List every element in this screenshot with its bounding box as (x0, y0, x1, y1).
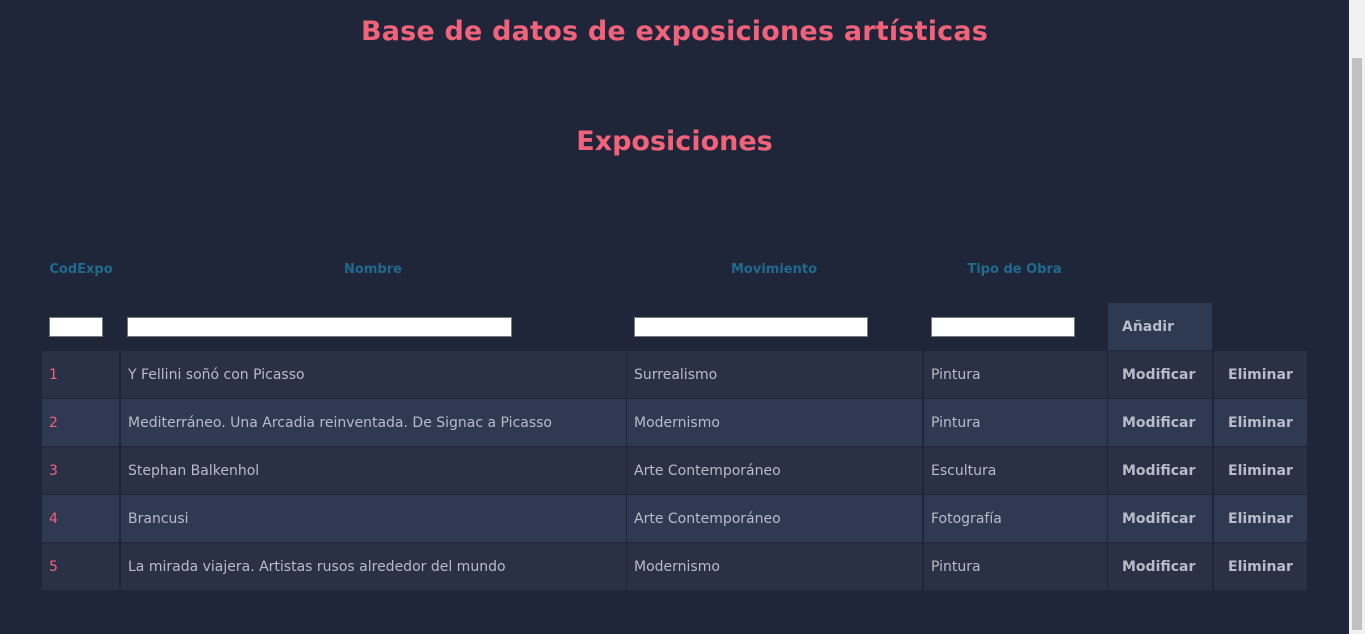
add-button[interactable]: Añadir (1108, 303, 1212, 350)
header-nombre: Nombre (344, 262, 402, 277)
cell-movimiento: Modernismo (627, 543, 922, 590)
header-movimiento: Movimiento (730, 262, 818, 277)
modify-button[interactable]: Modificar (1108, 399, 1212, 446)
table-row: 2 Mediterráneo. Una Arcadia reinventada. … (42, 399, 1307, 446)
cell-nombre: Mediterráneo. Una Arcadia reinventada. D… (121, 399, 626, 446)
page-title: Base de datos de exposiciones artísticas (360, 16, 989, 47)
cell-nombre: Brancusi (121, 495, 626, 542)
cell-codexpo: 5 (42, 543, 119, 590)
table-row: 3 Stephan Balkenhol Arte Contemporáneo Escu… (42, 447, 1307, 494)
cell-codexpo: 1 (42, 351, 119, 398)
header-codexpo: CodExpo (49, 262, 113, 277)
cell-tipo-obra: Pintura (924, 543, 1107, 590)
section-title: Exposiciones (576, 126, 773, 157)
page: Base de datos de exposiciones artísticas… (0, 0, 1349, 634)
cell-movimiento: Arte Contemporáneo (627, 447, 922, 494)
cell-tipo-obra: Escultura (924, 447, 1107, 494)
header-tipo-obra: Tipo de Obra (967, 262, 1062, 277)
scrollbar-thumb[interactable] (1352, 58, 1362, 630)
cell-tipo-obra: Pintura (924, 351, 1107, 398)
modify-button[interactable]: Modificar (1108, 447, 1212, 494)
modify-button[interactable]: Modificar (1108, 543, 1212, 590)
cell-codexpo: 4 (42, 495, 119, 542)
cell-tipo-obra: Fotografía (924, 495, 1107, 542)
cell-movimiento: Arte Contemporáneo (627, 495, 922, 542)
table-row: 1Y Fellini soñó con Picasso Surrealismo Pi… (42, 351, 1307, 398)
delete-button[interactable]: Eliminar (1214, 399, 1307, 446)
cell-movimiento: Modernismo (627, 399, 922, 446)
delete-button[interactable]: Eliminar (1214, 351, 1307, 398)
delete-button[interactable]: Eliminar (1214, 543, 1307, 590)
table-row: 4 Brancusi Arte Contemporáneo Fotografía Mod… (42, 495, 1307, 542)
delete-button[interactable]: Eliminar (1214, 447, 1307, 494)
tipo-obra-input[interactable] (931, 317, 1075, 337)
vertical-scrollbar[interactable] (1349, 0, 1365, 634)
cell-tipo-obra: Pintura (924, 399, 1107, 446)
nombre-input[interactable] (127, 317, 512, 337)
movimiento-input[interactable] (634, 317, 868, 337)
cell-codexpo: 3 (42, 447, 119, 494)
modify-button[interactable]: Modificar (1108, 495, 1212, 542)
cell-nombre: La mirada viajera. Artistas rusos alrede… (121, 543, 626, 590)
cell-nombre: Stephan Balkenhol (121, 447, 626, 494)
delete-button[interactable]: Eliminar (1214, 495, 1307, 542)
codexpo-input[interactable] (49, 317, 103, 337)
cell-codexpo: 2 (42, 399, 119, 446)
table-row: 5 La mirada viajera. Artistas rusos alred… (42, 543, 1307, 590)
modify-button[interactable]: Modificar (1108, 351, 1212, 398)
cell-movimiento: Surrealismo (627, 351, 922, 398)
cell-nombre: Y Fellini soñó con Picasso (121, 351, 626, 398)
